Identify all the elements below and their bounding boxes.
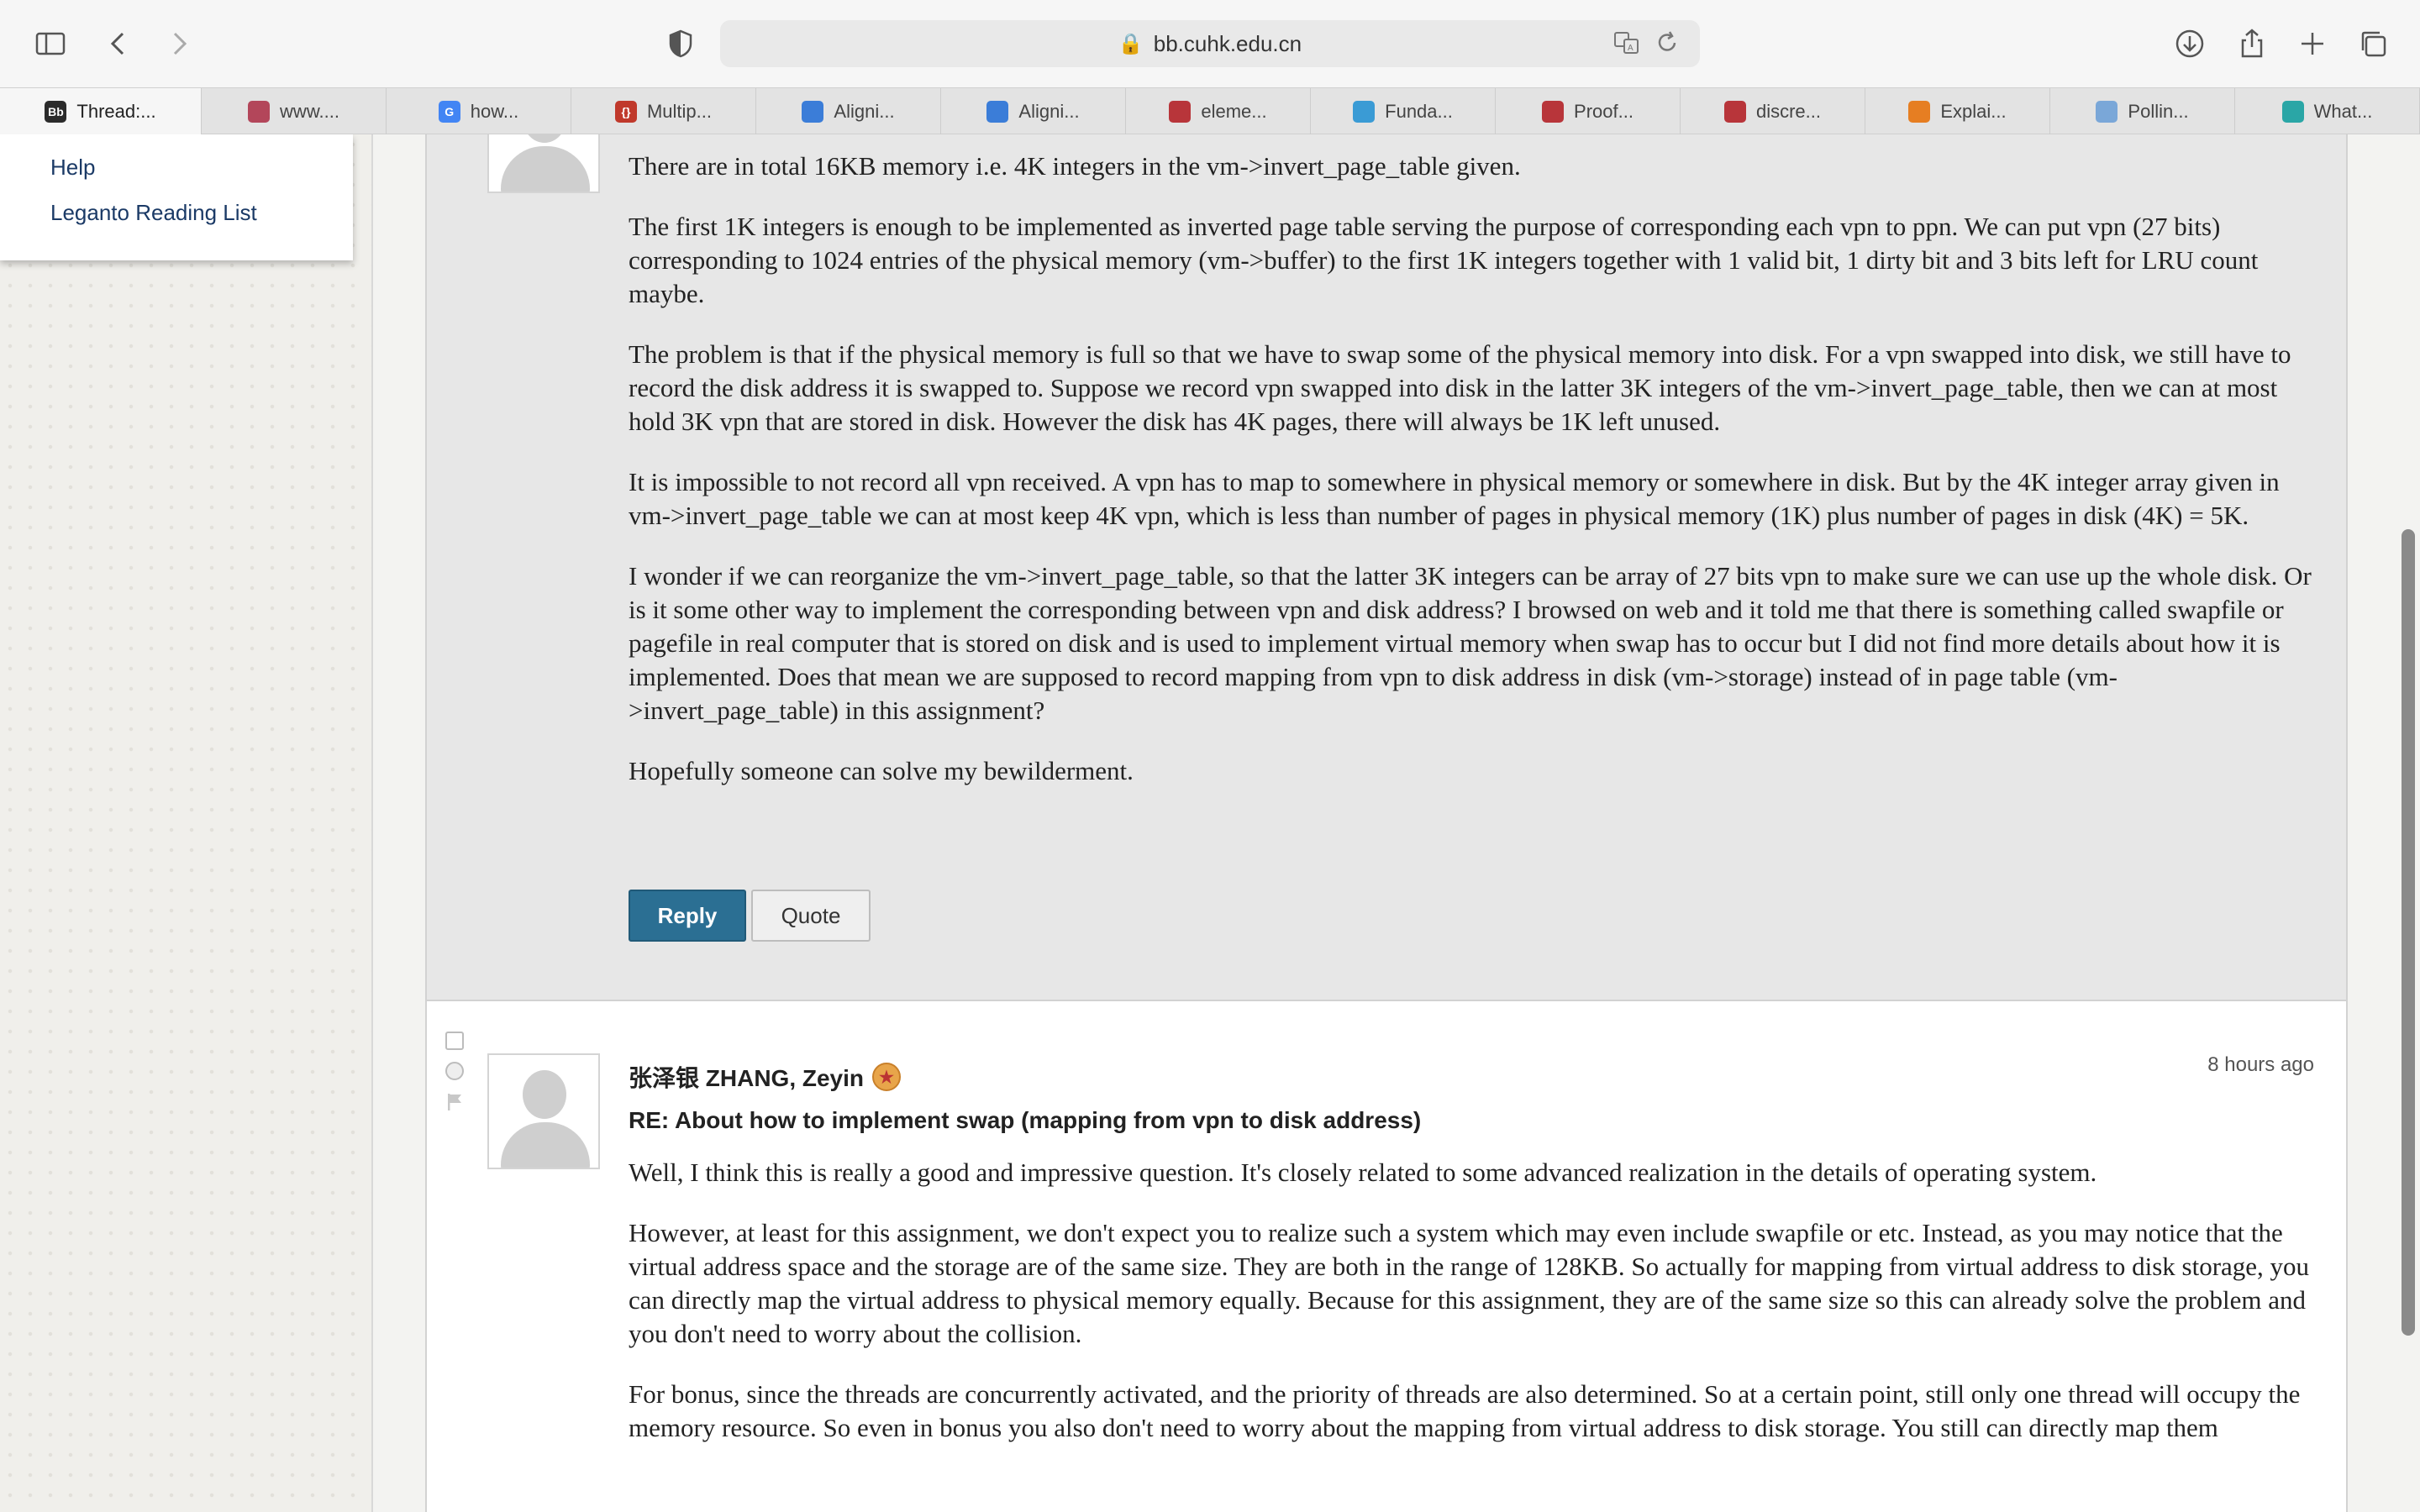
avatar	[487, 134, 600, 193]
flag-icon[interactable]	[445, 1092, 466, 1112]
tab-label: Thread:...	[76, 101, 156, 122]
browser-tab[interactable]: What...	[2235, 88, 2420, 135]
author-name[interactable]: 张泽银 ZHANG, Zeyin	[629, 1060, 864, 1094]
tab-label: What...	[2313, 101, 2373, 122]
tab-label: Proof...	[1574, 101, 1634, 122]
tab-favicon-icon	[1542, 101, 1565, 123]
browser-tab[interactable]: Funda...	[1311, 88, 1496, 135]
post-controls	[445, 1032, 466, 1112]
tab-label: www....	[280, 101, 339, 122]
tab-label: eleme...	[1201, 101, 1267, 122]
post-body: Well, I think this is really a good and …	[629, 1156, 2317, 1472]
post-paragraph: For bonus, since the threads are concurr…	[629, 1379, 2301, 1442]
browser-tab[interactable]: Explai...	[1865, 88, 2050, 135]
tab-favicon-icon	[1353, 101, 1376, 123]
browser-tab[interactable]: Proof...	[1496, 88, 1681, 135]
share-icon[interactable]	[2233, 25, 2270, 62]
browser-tab[interactable]: Ghow...	[387, 88, 571, 135]
post-paragraph: It is impossible to not record all vpn r…	[629, 467, 2280, 530]
browser-tab[interactable]: discre...	[1681, 88, 1865, 135]
downloads-icon[interactable]	[2171, 25, 2208, 62]
tab-favicon-icon	[1723, 101, 1746, 123]
tab-favicon-icon	[248, 101, 271, 123]
avatar	[487, 1053, 600, 1169]
post-paragraph: The problem is that if the physical memo…	[629, 339, 2291, 436]
tab-favicon-icon: Bb	[45, 101, 67, 123]
tab-favicon-icon: G	[438, 101, 460, 123]
tab-favicon-icon: {}	[614, 101, 637, 123]
read-status-radio[interactable]	[445, 1062, 464, 1080]
select-post-checkbox[interactable]	[445, 1032, 464, 1050]
reply-button[interactable]: Reply	[629, 890, 746, 942]
post-paragraph: However, at least for this assignment, w…	[629, 1218, 2310, 1348]
post-timestamp: 8 hours ago	[2207, 1053, 2314, 1076]
new-tab-icon[interactable]	[2294, 25, 2331, 62]
address-bar[interactable]: 🔒 bb.cuhk.edu.cn A	[720, 20, 1700, 67]
tab-favicon-icon	[1908, 101, 1931, 123]
menu-item-help[interactable]: Help	[50, 155, 95, 181]
tab-label: Explai...	[1940, 101, 2007, 122]
tab-label: Multip...	[646, 101, 713, 122]
post-subject: RE: About how to implement swap (mapping…	[629, 1107, 1422, 1133]
privacy-shield-icon[interactable]	[662, 25, 699, 62]
post-paragraph: The first 1K integers is enough to be im…	[629, 212, 2259, 308]
tab-label: how...	[470, 101, 519, 122]
page-content: Help Leganto Reading List There are in t…	[0, 134, 2420, 1512]
translate-icon[interactable]: A	[1612, 29, 1641, 63]
post-paragraph: There are in total 16KB memory i.e. 4K i…	[629, 151, 1521, 181]
post-paragraph: Well, I think this is really a good and …	[629, 1158, 2097, 1187]
sidebar-toggle-icon[interactable]	[32, 25, 69, 62]
browser-tab[interactable]: {} Multip...	[571, 88, 756, 135]
tab-overview-icon[interactable]	[2354, 25, 2391, 62]
tab-label: Aligni...	[1018, 101, 1080, 122]
browser-tab[interactable]: www....	[202, 88, 387, 135]
vertical-scrollbar[interactable]	[2396, 134, 2420, 1512]
post-paragraph: Hopefully someone can solve my bewilderm…	[629, 756, 1134, 785]
url-text: bb.cuhk.edu.cn	[1153, 30, 1302, 56]
lock-icon: 🔒	[1118, 32, 1144, 55]
post-author[interactable]: 张泽银 ZHANG, Zeyin ★	[629, 1060, 902, 1094]
role-badge-icon: ★	[872, 1063, 902, 1091]
browser-tab[interactable]: Bb Thread:...	[0, 88, 202, 135]
tab-favicon-icon	[986, 101, 1009, 123]
tab-favicon-icon	[1169, 101, 1192, 123]
browser-tab[interactable]: Aligni...	[941, 88, 1126, 135]
browser-tab[interactable]: Aligni...	[756, 88, 941, 135]
quote-button[interactable]: Quote	[751, 890, 871, 942]
tab-strip: Bb Thread:... www.... Ghow... {} Multip... Ali…	[0, 87, 2420, 135]
tab-favicon-icon	[2281, 101, 2304, 123]
reload-icon[interactable]	[1653, 29, 1681, 63]
tab-favicon-icon	[802, 101, 824, 123]
tab-label: Pollin...	[2128, 101, 2189, 122]
post-paragraph: I wonder if we can reorganize the vm->in…	[629, 561, 2312, 725]
menu-item-leganto-reading-list[interactable]: Leganto Reading List	[50, 200, 257, 226]
left-navigation-background	[0, 134, 373, 1512]
tab-label: Funda...	[1385, 101, 1453, 122]
course-menu-panel: Help Leganto Reading List	[0, 134, 353, 260]
thread-post-reply: 张泽银 ZHANG, Zeyin ★ 8 hours ago RE: About…	[425, 1000, 2348, 1512]
browser-tab[interactable]: eleme...	[1126, 88, 1311, 135]
tab-label: discre...	[1755, 101, 1822, 122]
tab-label: Aligni...	[834, 101, 895, 122]
tab-favicon-icon	[2096, 101, 2118, 123]
forward-icon[interactable]	[160, 25, 197, 62]
browser-toolbar: 🔒 bb.cuhk.edu.cn A	[0, 0, 2420, 87]
post-body: There are in total 16KB memory i.e. 4K i…	[629, 150, 2317, 815]
svg-text:A: A	[1628, 44, 1634, 53]
back-icon[interactable]	[101, 25, 138, 62]
thread-post-original: There are in total 16KB memory i.e. 4K i…	[425, 134, 2348, 1094]
scrollbar-thumb[interactable]	[2402, 529, 2415, 1336]
browser-tab[interactable]: Pollin...	[2050, 88, 2235, 135]
